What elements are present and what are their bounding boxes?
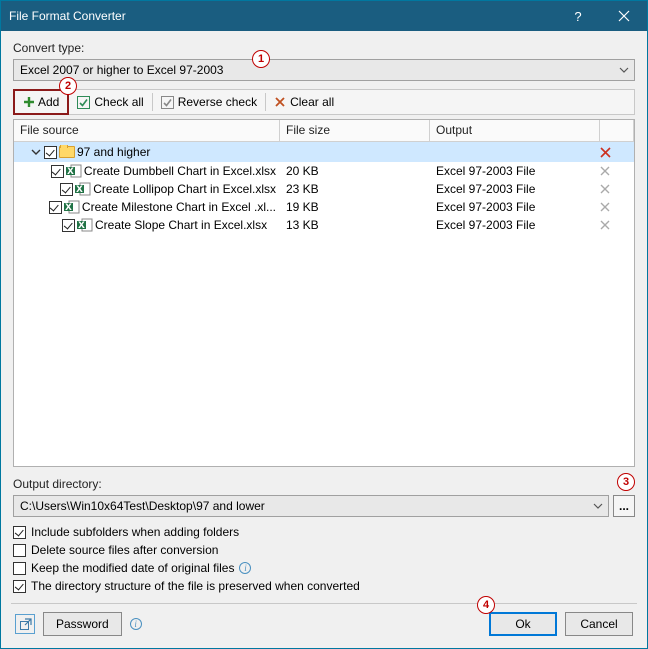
row-checkbox[interactable] (49, 201, 62, 214)
output-directory-value: C:\Users\Win10x64Test\Desktop\97 and low… (20, 499, 265, 513)
table-header: File source File size Output (14, 120, 634, 142)
window-title: File Format Converter (9, 9, 555, 23)
option-include-subfolders[interactable]: Include subfolders when adding folders (13, 525, 635, 539)
title-bar: File Format Converter ? (1, 1, 647, 31)
excel-file-icon: x (75, 182, 91, 196)
callout-4: 4 (477, 596, 495, 614)
file-name: Create Dumbbell Chart in Excel.xlsx (84, 164, 276, 178)
output-directory-label: Output directory: (13, 477, 635, 491)
table-body: 97 and higher xCreate Dumbbell Chart in … (14, 142, 634, 466)
svg-text:x: x (78, 218, 85, 231)
browse-button[interactable]: ... (613, 495, 635, 517)
file-table: File source File size Output 97 and high… (13, 119, 635, 467)
info-icon[interactable]: i (130, 618, 142, 630)
reverse-check-icon (161, 96, 174, 109)
option-label: Delete source files after conversion (31, 543, 218, 557)
footer: Password i Ok Cancel 4 (13, 612, 635, 638)
option-label: Include subfolders when adding folders (31, 525, 239, 539)
cancel-button[interactable]: Cancel (565, 612, 633, 636)
col-file-size[interactable]: File size (280, 120, 430, 141)
plus-icon (23, 96, 35, 108)
row-checkbox[interactable] (62, 219, 75, 232)
file-size: 23 KB (280, 182, 430, 196)
convert-type-dropdown[interactable]: Excel 2007 or higher to Excel 97-2003 1 (13, 59, 635, 81)
file-name: Create Lollipop Chart in Excel.xlsx (93, 182, 276, 196)
remove-row-button[interactable] (600, 184, 630, 194)
file-output: Excel 97-2003 File (430, 200, 600, 214)
callout-3: 3 (617, 473, 635, 491)
remove-row-button[interactable] (600, 166, 630, 176)
close-button[interactable] (601, 1, 647, 31)
checkbox[interactable] (13, 562, 26, 575)
col-spacer (600, 120, 634, 141)
svg-text:x: x (76, 182, 83, 195)
checkbox[interactable] (13, 544, 26, 557)
table-row[interactable]: x Create Dumbbell Chart in Excel.xlsx 20 … (14, 162, 634, 180)
file-output: Excel 97-2003 File (430, 218, 600, 232)
table-row[interactable]: xCreate Milestone Chart in Excel .xl... … (14, 198, 634, 216)
file-output: Excel 97-2003 File (430, 182, 600, 196)
output-directory-dropdown[interactable]: C:\Users\Win10x64Test\Desktop\97 and low… (13, 495, 609, 517)
checkbox[interactable] (13, 580, 26, 593)
svg-text:x: x (67, 164, 74, 177)
file-size: 13 KB (280, 218, 430, 232)
check-all-icon (77, 96, 90, 109)
chevron-down-icon (592, 500, 604, 512)
remove-row-button[interactable] (600, 220, 630, 230)
file-name: Create Milestone Chart in Excel .xl... (82, 200, 276, 214)
file-output: Excel 97-2003 File (430, 164, 600, 178)
callout-1: 1 (252, 50, 270, 68)
check-all-label: Check all (94, 95, 143, 109)
reverse-check-button[interactable]: Reverse check (153, 90, 265, 114)
file-size: 19 KB (280, 200, 430, 214)
options-section: Include subfolders when adding folders D… (13, 525, 635, 593)
file-size: 20 KB (280, 164, 430, 178)
convert-type-value: Excel 2007 or higher to Excel 97-2003 (20, 63, 223, 77)
checkbox[interactable] (13, 526, 26, 539)
group-checkbox[interactable] (44, 146, 57, 159)
clear-all-label: Clear all (290, 95, 334, 109)
option-delete-source[interactable]: Delete source files after conversion (13, 543, 635, 557)
add-label: Add (38, 95, 59, 109)
output-section: Output directory: C:\Users\Win10x64Test\… (13, 475, 635, 517)
popout-button[interactable] (15, 614, 35, 634)
row-checkbox[interactable] (51, 165, 64, 178)
clear-icon (274, 96, 286, 108)
convert-type-label: Convert type: (13, 41, 635, 55)
separator-line (11, 603, 637, 604)
table-row[interactable]: xCreate Slope Chart in Excel.xlsx 13 KB … (14, 216, 634, 234)
password-button[interactable]: Password (43, 612, 122, 636)
table-group-row[interactable]: 97 and higher (14, 142, 634, 162)
table-row[interactable]: x Create Lollipop Chart in Excel.xlsx 23 … (14, 180, 634, 198)
option-keep-date[interactable]: Keep the modified date of original files… (13, 561, 635, 575)
callout-2: 2 (59, 77, 77, 95)
col-output[interactable]: Output (430, 120, 600, 141)
option-label: Keep the modified date of original files (31, 561, 234, 575)
ok-button[interactable]: Ok (489, 612, 557, 636)
svg-text:x: x (65, 200, 72, 213)
dialog-content: Convert type: Excel 2007 or higher to Ex… (1, 31, 647, 648)
excel-file-icon: x (66, 164, 82, 178)
excel-file-icon: x (64, 200, 80, 214)
col-file-source[interactable]: File source (14, 120, 280, 141)
reverse-check-label: Reverse check (178, 95, 257, 109)
info-icon[interactable]: i (239, 562, 251, 574)
remove-group-button[interactable] (600, 147, 630, 158)
group-name: 97 and higher (77, 145, 150, 159)
remove-row-button[interactable] (600, 202, 630, 212)
row-checkbox[interactable] (60, 183, 73, 196)
clear-all-button[interactable]: Clear all (266, 90, 342, 114)
option-preserve-structure[interactable]: The directory structure of the file is p… (13, 579, 635, 593)
toolbar: Add 2 Check all Reverse check Clear all (13, 89, 635, 115)
chevron-down-icon (618, 64, 630, 76)
help-button[interactable]: ? (555, 1, 601, 31)
file-name: Create Slope Chart in Excel.xlsx (95, 218, 267, 232)
add-button[interactable]: Add 2 (13, 89, 69, 115)
folder-icon (59, 145, 75, 159)
option-label: The directory structure of the file is p… (31, 579, 360, 593)
excel-file-icon: x (77, 218, 93, 232)
check-all-button[interactable]: Check all (69, 90, 151, 114)
chevron-down-icon[interactable] (30, 146, 42, 158)
